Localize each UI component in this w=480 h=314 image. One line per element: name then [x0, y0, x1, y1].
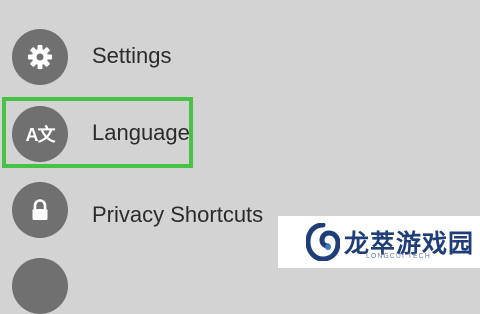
watermark-logo-icon	[306, 223, 340, 261]
menu-item-label: Language	[92, 120, 190, 145]
menu-item-settings[interactable]: Settings	[0, 20, 480, 94]
menu-item-label: Privacy Shortcuts	[92, 202, 264, 227]
menu-item-icon-partial	[12, 258, 68, 314]
watermark-subtitle: LONGCUI TECH	[366, 253, 431, 260]
menu-item-label: Settings	[92, 43, 172, 68]
lock-icon	[12, 182, 68, 238]
menu-item-language[interactable]: A文 Language	[0, 96, 480, 170]
gear-icon	[12, 29, 68, 85]
watermark: 龙萃游戏园 LONGCUI TECH	[278, 216, 480, 268]
language-icon: A文	[12, 106, 68, 162]
language-icon-glyph: A文	[25, 125, 56, 145]
